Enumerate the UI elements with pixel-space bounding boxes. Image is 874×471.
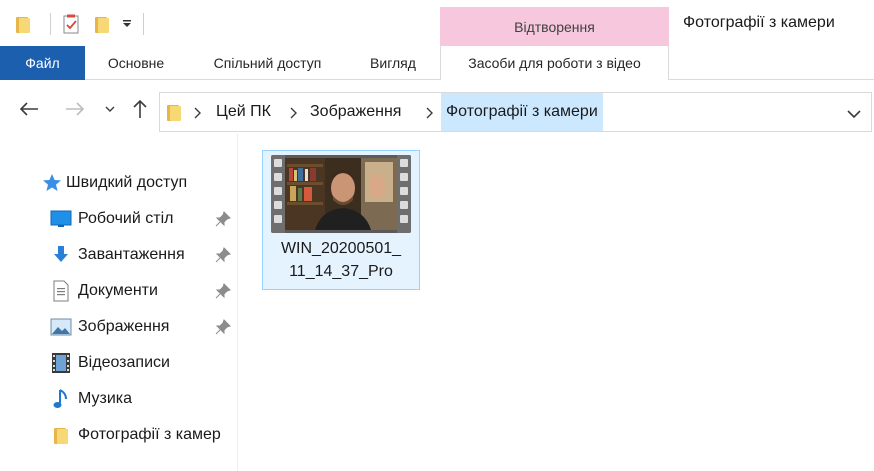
- tab-file[interactable]: Файл: [0, 46, 85, 80]
- address-bar[interactable]: Цей ПК Зображення Фотографії з камери: [159, 92, 872, 132]
- recent-locations-chevron-icon[interactable]: [100, 96, 120, 122]
- film-strip: [271, 155, 285, 233]
- file-name-line: WIN_20200501_: [280, 240, 402, 257]
- tab-home[interactable]: Основне: [88, 46, 184, 80]
- sidebar-item-label: Фотографії з камер: [78, 426, 221, 443]
- folder-icon: [167, 104, 181, 121]
- pictures-icon: [49, 315, 73, 339]
- back-arrow-icon[interactable]: [14, 96, 44, 122]
- sidebar-item-label: Відеозаписи: [78, 354, 170, 371]
- pin-icon[interactable]: [215, 247, 231, 263]
- sidebar-item-camera-roll[interactable]: Фотографії з камер: [0, 418, 238, 452]
- sidebar-item-desktop[interactable]: Робочий стіл: [0, 202, 238, 236]
- documents-icon: [49, 279, 73, 303]
- quick-access-toolbar: [8, 10, 144, 38]
- chevron-right-icon: [426, 106, 434, 124]
- video-thumbnail: [271, 155, 411, 233]
- chevron-down-icon[interactable]: [847, 106, 861, 124]
- tab-view[interactable]: Вигляд: [350, 46, 436, 80]
- tab-video-tools[interactable]: Засоби для роботи з відео: [440, 46, 669, 80]
- sidebar-item-music[interactable]: Музика: [0, 382, 238, 416]
- sidebar-item-label: Зображення: [78, 318, 170, 335]
- sidebar-item-label: Документи: [78, 282, 158, 299]
- toolbar-divider: [143, 13, 144, 35]
- toolbar-divider: [50, 13, 51, 35]
- navigation-bar: Цей ПК Зображення Фотографії з камери: [0, 84, 874, 134]
- video-frame-image: [285, 158, 397, 230]
- new-folder-icon[interactable]: [87, 10, 117, 38]
- file-name-line: 11_14_37_Pro: [289, 263, 393, 280]
- breadcrumb-pictures[interactable]: Зображення: [310, 93, 401, 131]
- sidebar-item-downloads[interactable]: Завантаження: [0, 238, 238, 272]
- film-strip: [397, 155, 411, 233]
- file-explorer-window: Відтворення Фотографії з камери Файл Осн…: [0, 0, 874, 471]
- music-icon: [49, 387, 73, 411]
- download-icon: [49, 243, 73, 267]
- sidebar-item-label: Робочий стіл: [78, 210, 174, 227]
- context-group-playback: Відтворення: [440, 7, 669, 46]
- videos-icon: [49, 351, 73, 375]
- star-icon: [40, 171, 64, 195]
- pin-icon[interactable]: [215, 283, 231, 299]
- up-arrow-icon[interactable]: [128, 96, 152, 122]
- breadcrumb-this-pc[interactable]: Цей ПК: [216, 93, 271, 131]
- sidebar-item-documents[interactable]: Документи: [0, 274, 238, 308]
- sidebar-item-quick-access[interactable]: Швидкий доступ: [0, 166, 238, 200]
- sidebar-item-label: Завантаження: [78, 246, 185, 263]
- file-item-video[interactable]: WIN_20200501_ 11_14_37_Pro: [262, 150, 420, 290]
- properties-check-icon[interactable]: [57, 10, 87, 38]
- navigation-pane: Швидкий доступ Робочий стіл Завантаження: [0, 134, 238, 471]
- window-title: Фотографії з камери: [683, 14, 835, 31]
- file-name-label: WIN_20200501_ 11_14_37_Pro: [263, 237, 419, 283]
- folder-icon: [49, 423, 73, 447]
- file-list: WIN_20200501_ 11_14_37_Pro: [239, 134, 874, 471]
- customize-dropdown-icon[interactable]: [117, 10, 137, 38]
- ribbon-tabs: Файл Основне Спільний доступ Вигляд Засо…: [0, 46, 874, 80]
- sidebar-item-pictures[interactable]: Зображення: [0, 310, 238, 344]
- desktop-icon: [49, 207, 73, 231]
- chevron-right-icon: [290, 106, 298, 124]
- sidebar-item-label: Музика: [78, 390, 133, 407]
- breadcrumb-camera-roll[interactable]: Фотографії з камери: [441, 93, 603, 131]
- chevron-right-icon: [194, 106, 202, 124]
- forward-arrow-icon[interactable]: [60, 96, 90, 122]
- sidebar-item-videos[interactable]: Відеозаписи: [0, 346, 238, 380]
- tab-share[interactable]: Спільний доступ: [190, 46, 345, 80]
- pin-icon[interactable]: [215, 319, 231, 335]
- sidebar-item-label: Швидкий доступ: [66, 174, 188, 191]
- pin-icon[interactable]: [215, 211, 231, 227]
- folder-icon[interactable]: [8, 10, 38, 38]
- title-bar: Відтворення Фотографії з камери: [0, 0, 874, 46]
